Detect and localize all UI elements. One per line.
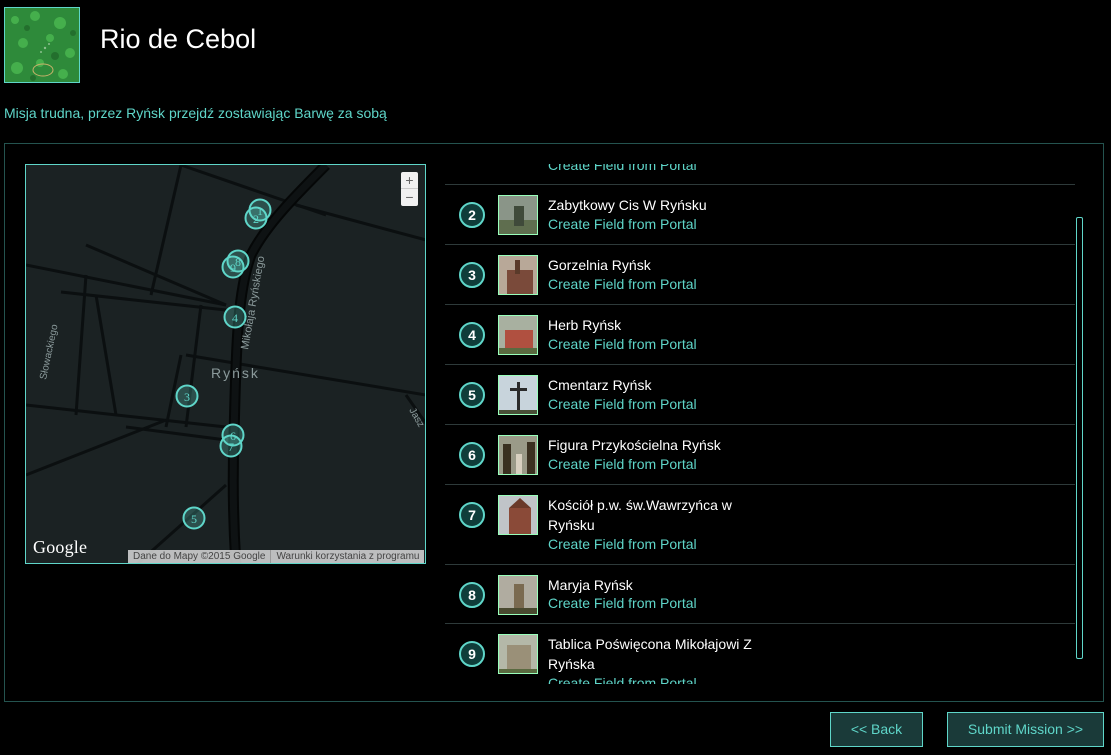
portal-thumbnail	[498, 575, 538, 615]
list-scrollbar[interactable]	[1076, 217, 1083, 659]
create-field-link[interactable]: Create Field from Portal	[548, 674, 697, 684]
portal-thumbnail	[498, 495, 538, 535]
mission-image	[4, 7, 80, 83]
map-terms-link[interactable]: Warunki korzystania z programu	[270, 550, 424, 563]
create-field-link[interactable]: Create Field from Portal	[548, 164, 697, 174]
portal-list[interactable]: Create Field from Portal 2 Zabytkowy Cis…	[445, 164, 1085, 684]
street-label-east: Jasz	[406, 406, 426, 429]
create-field-link[interactable]: Create Field from Portal	[548, 275, 697, 293]
portal-name: Zabytkowy Cis W Ryńsku	[548, 197, 707, 213]
zoom-in-button[interactable]: +	[401, 172, 418, 189]
google-logo: Google	[33, 537, 88, 557]
submit-mission-button[interactable]: Submit Mission >>	[947, 712, 1104, 747]
list-item: 3 Gorzelnia Ryńsk Create Field from Port…	[445, 245, 1075, 305]
create-field-link[interactable]: Create Field from Portal	[548, 535, 697, 553]
portal-name: Figura Przykościelna Ryńsk	[548, 437, 721, 453]
map-marker-label: 7	[228, 440, 234, 454]
portal-number-badge: 8	[459, 582, 485, 608]
town-label: Ryńsk	[211, 365, 260, 381]
create-field-link[interactable]: Create Field from Portal	[548, 395, 697, 413]
list-item: 5 Cmentarz Ryńsk Create Field from Porta…	[445, 365, 1075, 425]
create-field-link[interactable]: Create Field from Portal	[548, 215, 697, 233]
portal-number-badge: 4	[459, 322, 485, 348]
list-item: 9 Tablica Poświęcona Mikołajowi Z Ryńska…	[445, 624, 1075, 684]
map-copyright: Dane do Mapy ©2015 Google	[133, 551, 266, 562]
map-marker-label: 4	[232, 311, 238, 325]
mission-description: Misja trudna, przez Ryńsk przejdź zostaw…	[4, 105, 387, 121]
portal-number-badge: 7	[459, 502, 485, 528]
zoom-out-button[interactable]: −	[401, 189, 418, 206]
create-field-link[interactable]: Create Field from Portal	[548, 594, 697, 612]
portal-number-badge: 3	[459, 262, 485, 288]
map-marker-3[interactable]: 3	[175, 384, 199, 408]
list-item: 8 Maryja Ryńsk Create Field from Portal	[445, 565, 1075, 624]
create-field-link[interactable]: Create Field from Portal	[548, 455, 697, 473]
portal-thumbnail	[498, 435, 538, 475]
portal-number-badge: 2	[459, 202, 485, 228]
map-attribution: Dane do Mapy ©2015 Google Warunki korzys…	[128, 550, 425, 563]
portal-name: Kościół p.w. św.Wawrzyńca w Ryńsku	[548, 497, 732, 533]
map-marker-9[interactable]: 9	[221, 255, 245, 279]
map-marker-7[interactable]: 7	[219, 434, 243, 458]
portal-number-badge: 9	[459, 641, 485, 667]
route-map[interactable]: Ryńsk Mikołaja Ryńskiego Słowackiego Jas…	[25, 164, 426, 564]
map-marker-label: 5	[191, 512, 197, 526]
back-button[interactable]: << Back	[830, 712, 923, 747]
list-item: 6 Figura Przykościelna Ryńsk Create Fiel…	[445, 425, 1075, 485]
portal-name: Herb Ryńsk	[548, 317, 622, 333]
portal-thumbnail	[498, 255, 538, 295]
list-item: Create Field from Portal	[445, 164, 1075, 185]
mission-panel: Ryńsk Mikołaja Ryńskiego Słowackiego Jas…	[4, 143, 1104, 702]
portal-name: Gorzelnia Ryńsk	[548, 257, 651, 273]
map-marker-2[interactable]: 2	[244, 206, 268, 230]
list-item: 7 Kościół p.w. św.Wawrzyńca w Ryńsku Cre…	[445, 485, 1075, 565]
portal-number-badge: 6	[459, 442, 485, 468]
map-marker-label: 3	[184, 390, 190, 404]
street-label-west: Słowackiego	[38, 323, 61, 381]
portal-number-badge: 5	[459, 382, 485, 408]
list-item: 4 Herb Ryńsk Create Field from Portal	[445, 305, 1075, 365]
portal-thumbnail	[498, 315, 538, 355]
map-marker-label: 2	[253, 212, 259, 226]
portal-thumbnail	[498, 375, 538, 415]
portal-thumbnail	[498, 634, 538, 674]
mission-title: Rio de Cebol	[100, 24, 257, 54]
map-marker-5[interactable]: 5	[182, 506, 206, 530]
portal-name: Maryja Ryńsk	[548, 577, 633, 593]
portal-thumbnail	[498, 195, 538, 235]
portal-name: Cmentarz Ryńsk	[548, 377, 652, 393]
create-field-link[interactable]: Create Field from Portal	[548, 335, 697, 353]
list-item: 2 Zabytkowy Cis W Ryńsku Create Field fr…	[445, 185, 1075, 245]
zoom-control: + −	[401, 172, 418, 206]
portal-name: Tablica Poświęcona Mikołajowi Z Ryńska	[548, 636, 752, 672]
map-marker-label: 9	[230, 261, 236, 275]
map-marker-4[interactable]: 4	[223, 305, 247, 329]
